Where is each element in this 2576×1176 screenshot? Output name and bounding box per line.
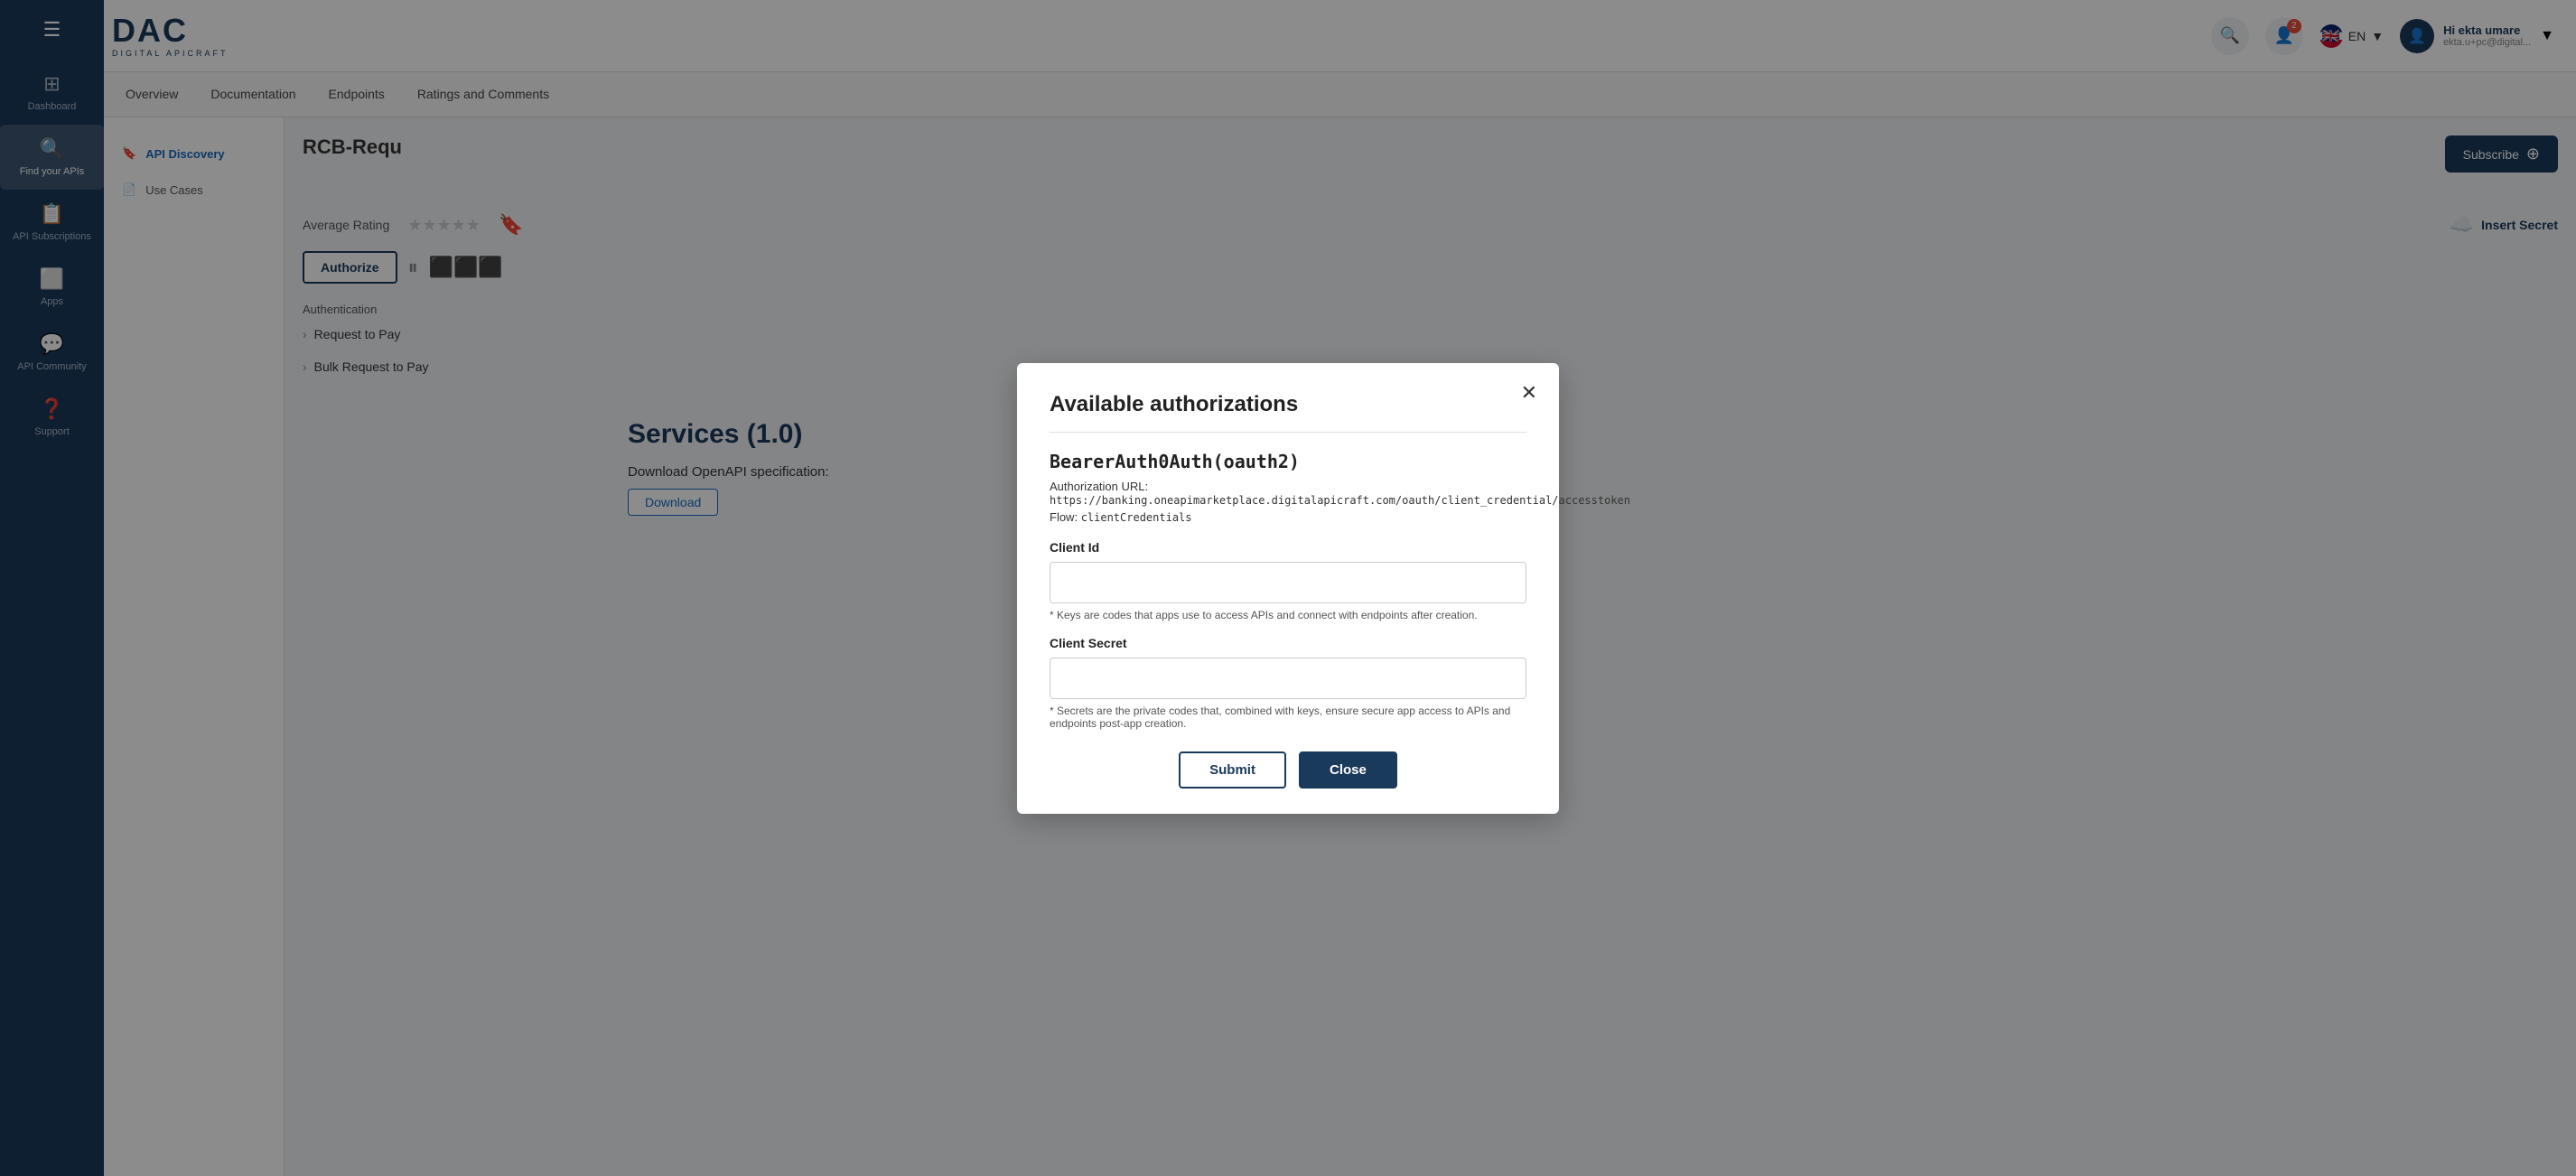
auth-url-value: https://banking.oneapimarketplace.digita… (1050, 494, 1630, 507)
flow-value: clientCredentials (1081, 511, 1192, 524)
modal-overlay: ✕ Available authorizations BearerAuth0Au… (0, 0, 2576, 1176)
client-secret-label: Client Secret (1050, 636, 1526, 650)
submit-button[interactable]: Submit (1179, 751, 1286, 789)
client-id-hint: * Keys are codes that apps use to access… (1050, 609, 1526, 621)
client-secret-hint: * Secrets are the private codes that, co… (1050, 705, 1526, 730)
auth-url-label: Authorization URL: (1050, 480, 1148, 493)
dialog-close-button[interactable]: ✕ (1521, 381, 1537, 405)
client-secret-input[interactable] (1050, 658, 1526, 699)
dialog-title: Available authorizations (1050, 392, 1526, 433)
dialog-actions: Submit Close (1050, 751, 1526, 789)
close-button[interactable]: Close (1299, 751, 1397, 789)
auth-method-name: BearerAuth0Auth(oauth2) (1050, 451, 1526, 472)
client-id-label: Client Id (1050, 540, 1526, 555)
flow-label: Flow: (1050, 510, 1078, 524)
client-id-input[interactable] (1050, 562, 1526, 603)
auth-url-line: Authorization URL: https://banking.oneap… (1050, 480, 1526, 507)
available-authorizations-dialog: ✕ Available authorizations BearerAuth0Au… (1017, 363, 1559, 814)
auth-flow-line: Flow: clientCredentials (1050, 510, 1526, 524)
